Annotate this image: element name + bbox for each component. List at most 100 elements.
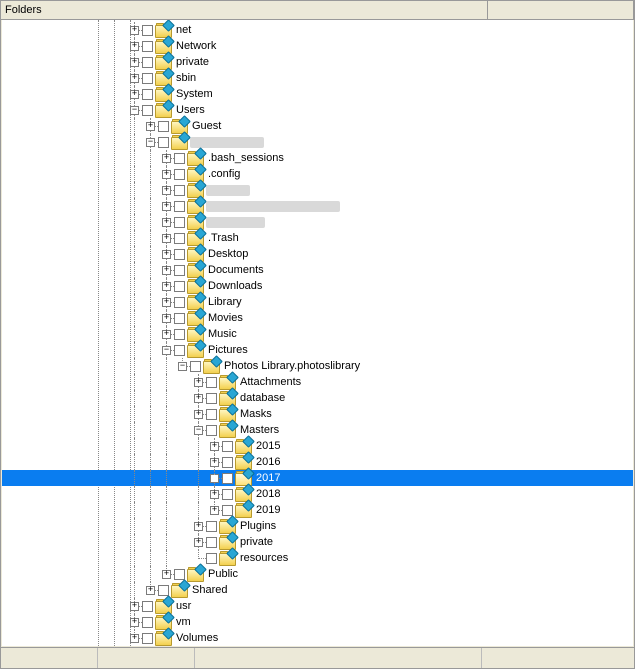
folder-checkbox[interactable] [174, 569, 185, 580]
tree-row[interactable]: +private [2, 54, 633, 70]
expand-toggle[interactable]: + [162, 330, 171, 339]
expand-toggle[interactable]: + [162, 186, 171, 195]
tree-row[interactable]: + [2, 214, 633, 230]
tree-row[interactable]: +Documents [2, 262, 633, 278]
expand-toggle[interactable]: + [130, 42, 139, 51]
folder-checkbox[interactable] [190, 361, 201, 372]
collapse-toggle[interactable]: − [194, 426, 203, 435]
tree-row[interactable]: +.Trash [2, 230, 633, 246]
expand-toggle[interactable]: + [210, 442, 219, 451]
expand-toggle[interactable]: + [162, 266, 171, 275]
folder-checkbox[interactable] [174, 217, 185, 228]
folder-checkbox[interactable] [174, 169, 185, 180]
folder-checkbox[interactable] [158, 585, 169, 596]
expand-toggle[interactable]: + [194, 410, 203, 419]
tree-row[interactable]: +Movies [2, 310, 633, 326]
expand-toggle[interactable]: + [162, 170, 171, 179]
expand-toggle[interactable]: + [162, 218, 171, 227]
expand-toggle[interactable]: + [146, 122, 155, 131]
folder-checkbox[interactable] [174, 201, 185, 212]
expand-toggle[interactable]: + [130, 618, 139, 627]
collapse-toggle[interactable]: − [130, 106, 139, 115]
expand-toggle[interactable]: + [130, 602, 139, 611]
folder-checkbox[interactable] [142, 73, 153, 84]
collapse-toggle[interactable]: − [146, 138, 155, 147]
expand-toggle[interactable]: + [162, 570, 171, 579]
tree-row[interactable]: +Guest [2, 118, 633, 134]
expand-toggle[interactable]: + [194, 394, 203, 403]
expand-toggle[interactable]: + [194, 538, 203, 547]
folder-checkbox[interactable] [174, 233, 185, 244]
tree-row[interactable]: +Volumes [2, 630, 633, 646]
tree-row[interactable]: +vm [2, 614, 633, 630]
tree-row[interactable]: +2015 [2, 438, 633, 454]
tree-row[interactable]: +System [2, 86, 633, 102]
expand-toggle[interactable]: + [130, 58, 139, 67]
folder-checkbox[interactable] [206, 393, 217, 404]
tree-row[interactable]: + [2, 198, 633, 214]
tree-row[interactable]: +Masks [2, 406, 633, 422]
folder-checkbox[interactable] [174, 185, 185, 196]
tree-row[interactable]: +Music [2, 326, 633, 342]
column-header-folders[interactable]: Folders [1, 1, 488, 19]
tree-row[interactable]: +2017 [2, 470, 633, 486]
folder-checkbox[interactable] [142, 57, 153, 68]
column-header-blank[interactable] [488, 1, 634, 19]
tree-row[interactable]: +.bash_sessions [2, 150, 633, 166]
tree-row[interactable]: +usr [2, 598, 633, 614]
folder-checkbox[interactable] [174, 329, 185, 340]
tree-row[interactable]: +database [2, 390, 633, 406]
folder-checkbox[interactable] [222, 489, 233, 500]
tree-row[interactable]: +sbin [2, 70, 633, 86]
tree-row[interactable]: +Downloads [2, 278, 633, 294]
tree-row[interactable]: −Users [2, 102, 633, 118]
expand-toggle[interactable]: + [130, 26, 139, 35]
folder-checkbox[interactable] [222, 441, 233, 452]
tree-row[interactable]: +Desktop [2, 246, 633, 262]
folder-checkbox[interactable] [142, 105, 153, 116]
folder-checkbox[interactable] [206, 553, 217, 564]
expand-toggle[interactable]: + [146, 586, 155, 595]
expand-toggle[interactable]: + [162, 250, 171, 259]
tree-row[interactable]: +2018 [2, 486, 633, 502]
folder-checkbox[interactable] [142, 601, 153, 612]
expand-toggle[interactable]: + [162, 154, 171, 163]
expand-toggle[interactable]: + [210, 506, 219, 515]
folder-checkbox[interactable] [174, 297, 185, 308]
folder-checkbox[interactable] [142, 633, 153, 644]
tree-row[interactable]: +2019 [2, 502, 633, 518]
tree-row[interactable]: +Library [2, 294, 633, 310]
expand-toggle[interactable]: + [162, 234, 171, 243]
expand-toggle[interactable]: + [130, 634, 139, 643]
tree-row[interactable]: +Plugins [2, 518, 633, 534]
expand-toggle[interactable]: + [194, 522, 203, 531]
collapse-toggle[interactable]: − [178, 362, 187, 371]
folder-checkbox[interactable] [174, 249, 185, 260]
folder-checkbox[interactable] [174, 153, 185, 164]
folder-checkbox[interactable] [206, 377, 217, 388]
folder-checkbox[interactable] [206, 425, 217, 436]
expand-toggle[interactable]: + [210, 490, 219, 499]
tree-row[interactable]: +2016 [2, 454, 633, 470]
folder-checkbox[interactable] [206, 521, 217, 532]
expand-toggle[interactable]: + [162, 314, 171, 323]
folder-checkbox[interactable] [142, 25, 153, 36]
folder-checkbox[interactable] [206, 537, 217, 548]
folder-tree[interactable]: +net+Network+private+sbin+System−Users+G… [2, 20, 633, 646]
expand-toggle[interactable]: + [210, 458, 219, 467]
expand-toggle[interactable]: + [130, 90, 139, 99]
tree-row[interactable]: +Public [2, 566, 633, 582]
tree-row[interactable]: + [2, 182, 633, 198]
folder-checkbox[interactable] [142, 89, 153, 100]
folder-checkbox[interactable] [174, 345, 185, 356]
tree-row[interactable]: − [2, 134, 633, 150]
folder-checkbox[interactable] [142, 41, 153, 52]
folder-checkbox[interactable] [174, 313, 185, 324]
expand-toggle[interactable]: + [194, 378, 203, 387]
tree-row[interactable]: +private [2, 534, 633, 550]
folder-checkbox[interactable] [222, 457, 233, 468]
expand-toggle[interactable]: + [210, 474, 219, 483]
tree-row[interactable]: −Pictures [2, 342, 633, 358]
folder-checkbox[interactable] [158, 121, 169, 132]
folder-checkbox[interactable] [142, 617, 153, 628]
